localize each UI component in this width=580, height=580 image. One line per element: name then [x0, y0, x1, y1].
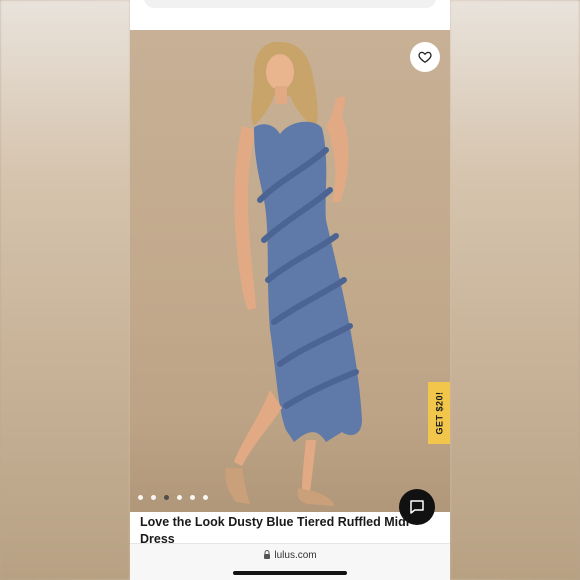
- pagination-dot[interactable]: [203, 495, 208, 500]
- promo-tab[interactable]: GET $20!: [428, 382, 450, 444]
- background-right: [450, 0, 580, 580]
- product-image[interactable]: [130, 30, 450, 512]
- favorite-button[interactable]: [410, 42, 440, 72]
- browser-url-bar[interactable]: lulus.com: [130, 543, 450, 580]
- pagination-dot[interactable]: [138, 495, 143, 500]
- pagination-dot[interactable]: [190, 495, 195, 500]
- search-bar[interactable]: [144, 0, 436, 8]
- image-pagination[interactable]: [138, 495, 208, 500]
- promo-label: GET $20!: [434, 391, 445, 435]
- url-display[interactable]: lulus.com: [130, 550, 450, 561]
- phone-screen: GET $20! Love the Look Dusty Blue Tiered…: [130, 0, 450, 580]
- background-left: [0, 0, 130, 580]
- model-illustration: [225, 41, 362, 506]
- heart-icon: [418, 51, 432, 64]
- home-indicator[interactable]: [233, 571, 347, 575]
- pagination-dot[interactable]: [177, 495, 182, 500]
- url-text: lulus.com: [274, 550, 317, 561]
- top-bar: [130, 0, 450, 30]
- pagination-dot-active[interactable]: [164, 495, 169, 500]
- lock-icon: [264, 550, 271, 559]
- pagination-dot[interactable]: [151, 495, 156, 500]
